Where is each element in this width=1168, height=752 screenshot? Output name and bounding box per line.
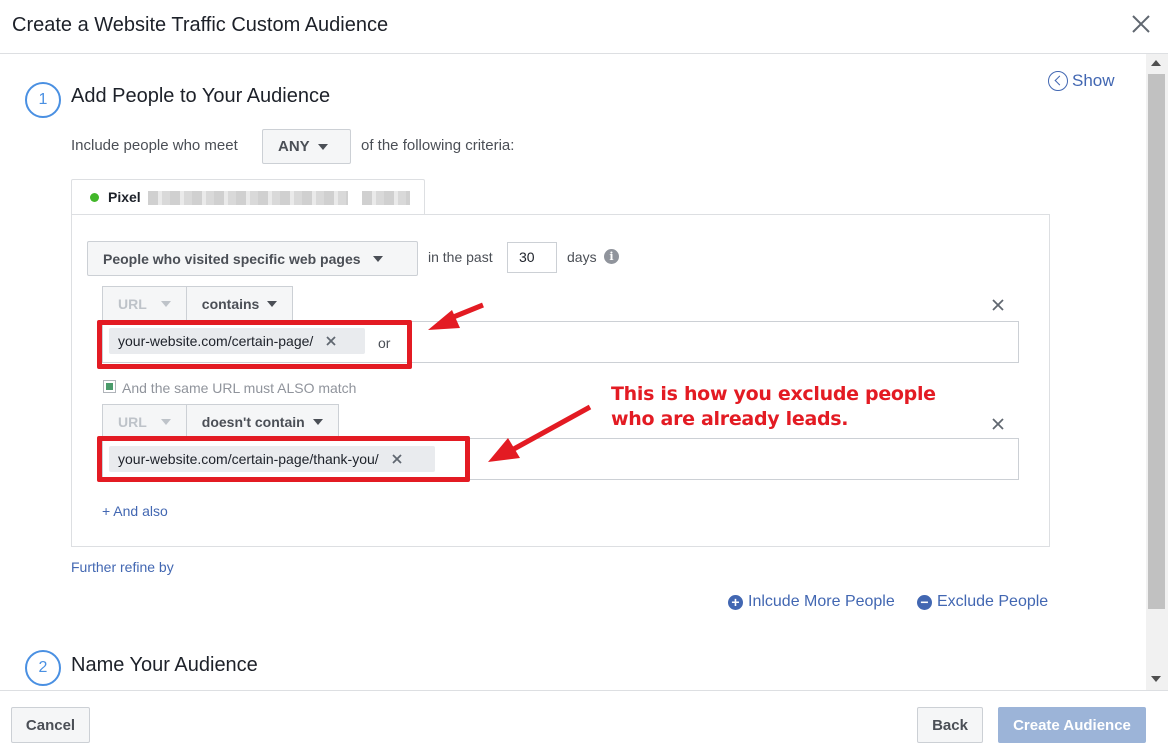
include-more-label: Inlcude More People bbox=[748, 593, 895, 610]
scroll-down-arrow-icon[interactable] bbox=[1151, 676, 1161, 682]
highlight-box-rule-2 bbox=[97, 436, 470, 482]
chevron-left-icon bbox=[1048, 71, 1068, 91]
redacted-pixel-name bbox=[148, 191, 348, 205]
rule-2-field-dropdown[interactable]: URL bbox=[103, 405, 187, 439]
chevron-down-icon bbox=[160, 419, 171, 425]
rule-1-selector: URL contains bbox=[102, 286, 294, 322]
pixel-tab[interactable]: Pixel bbox=[71, 179, 425, 215]
include-suffix: of the following criteria: bbox=[361, 137, 515, 154]
remove-rule-1-icon[interactable] bbox=[991, 298, 1005, 312]
highlight-box-rule-1 bbox=[97, 320, 412, 369]
also-match-checkbox[interactable] bbox=[103, 380, 116, 393]
exclude-people-link[interactable]: − Exclude People bbox=[917, 593, 1048, 611]
custom-audience-dialog: Create a Website Traffic Custom Audience… bbox=[0, 0, 1168, 752]
rule-1-field-label: URL bbox=[118, 296, 147, 312]
chevron-down-icon bbox=[317, 143, 328, 150]
further-refine-link[interactable]: Further refine by bbox=[71, 559, 174, 575]
chevron-down-icon bbox=[160, 301, 171, 307]
event-type-label: People who visited specific web pages bbox=[103, 250, 361, 267]
back-button[interactable]: Back bbox=[917, 707, 983, 743]
days-input[interactable]: 30 bbox=[507, 242, 557, 273]
scroll-up-arrow-icon[interactable] bbox=[1151, 60, 1161, 66]
show-label: Show bbox=[1072, 71, 1115, 90]
dialog-footer: Cancel Back Create Audience bbox=[0, 690, 1168, 752]
event-type-dropdown[interactable]: People who visited specific web pages bbox=[87, 241, 418, 276]
match-any-dropdown[interactable]: ANY bbox=[262, 129, 351, 164]
step-1-badge: 1 bbox=[25, 82, 61, 118]
chevron-down-icon bbox=[267, 301, 278, 307]
dialog-title: Create a Website Traffic Custom Audience bbox=[12, 14, 389, 36]
rule-1-field-dropdown[interactable]: URL bbox=[103, 287, 187, 321]
remove-rule-2-icon[interactable] bbox=[991, 417, 1005, 431]
include-more-people-link[interactable]: + Inlcude More People bbox=[728, 593, 895, 611]
annotation-line-1: This is how you exclude people bbox=[611, 383, 936, 405]
chevron-down-icon bbox=[312, 419, 323, 425]
annotation-line-2: who are already leads. bbox=[611, 408, 849, 430]
plus-circle-icon: + bbox=[728, 595, 743, 610]
show-toggle[interactable]: Show bbox=[1048, 71, 1115, 91]
step-2-badge: 2 bbox=[25, 650, 61, 686]
dialog-header: Create a Website Traffic Custom Audience bbox=[0, 0, 1168, 54]
close-icon[interactable] bbox=[1129, 12, 1153, 36]
also-match-label: And the same URL must ALSO match bbox=[122, 380, 357, 396]
chevron-down-icon bbox=[372, 255, 383, 262]
in-the-past-label: in the past bbox=[428, 249, 493, 265]
cancel-button[interactable]: Cancel bbox=[11, 707, 90, 743]
pixel-label: Pixel bbox=[108, 189, 141, 205]
rule-2-operator-dropdown[interactable]: doesn't contain bbox=[187, 405, 338, 439]
exclude-label: Exclude People bbox=[937, 593, 1049, 610]
rule-2-operator-label: doesn't contain bbox=[201, 414, 305, 430]
include-prefix: Include people who meet bbox=[71, 137, 238, 154]
redacted-pixel-id bbox=[362, 191, 410, 205]
pixel-status-dot bbox=[90, 193, 99, 202]
scrollbar-thumb[interactable] bbox=[1148, 74, 1165, 609]
days-label: days bbox=[567, 249, 597, 265]
rule-2-selector: URL doesn't contain bbox=[102, 404, 339, 440]
create-audience-button[interactable]: Create Audience bbox=[998, 707, 1146, 743]
rule-1-operator-label: contains bbox=[201, 296, 260, 312]
rule-2-field-label: URL bbox=[118, 414, 147, 430]
step-1-title: Add People to Your Audience bbox=[71, 85, 331, 107]
match-any-label: ANY bbox=[278, 138, 310, 155]
minus-circle-icon: − bbox=[917, 595, 932, 610]
exclusion-annotation: This is how you exclude people who are a… bbox=[611, 382, 936, 432]
and-also-link[interactable]: + And also bbox=[102, 503, 168, 519]
info-icon[interactable]: i bbox=[604, 249, 619, 264]
rule-1-operator-dropdown[interactable]: contains bbox=[187, 287, 293, 321]
step-2-title: Name Your Audience bbox=[71, 654, 258, 676]
